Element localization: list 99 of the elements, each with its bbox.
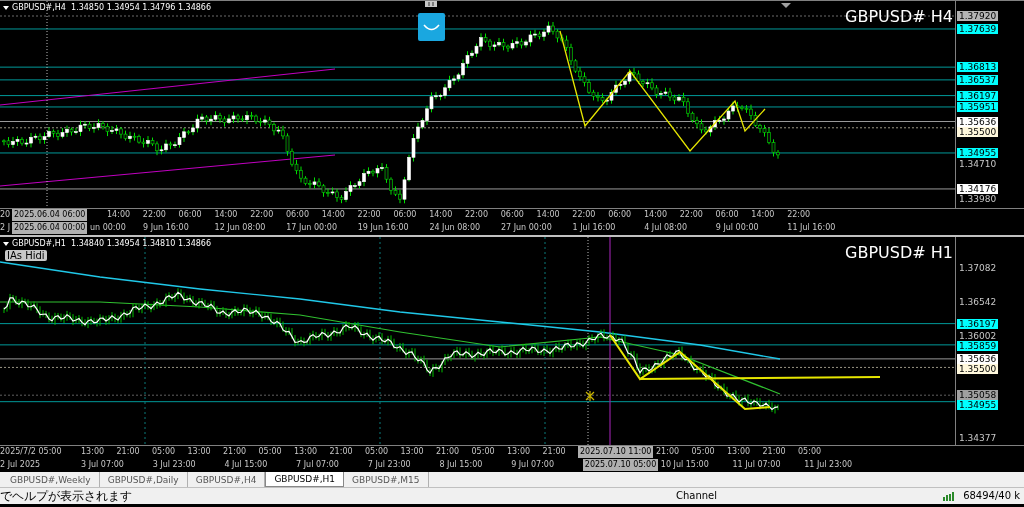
status-traffic-text: 68494/40 k — [963, 490, 1021, 502]
price-label: 1.36002 — [958, 330, 998, 341]
time-label: 13:00 — [727, 447, 751, 456]
time-label: 14:00 — [751, 210, 775, 219]
cursor-time-label: 2025.06.04 06:00 — [12, 209, 88, 221]
time-label: 11 Jul 23:00 — [804, 460, 853, 469]
time-label: 27 Jun 00:00 — [500, 223, 552, 232]
time-label: 14:00 — [214, 210, 238, 219]
price-label: 1.36542 — [958, 296, 998, 307]
status-channel-text: Channel — [676, 490, 718, 502]
time-label: 05:00 — [691, 447, 715, 456]
time-label: 13:00 — [187, 447, 211, 456]
time-label: 1 Jul 16:00 — [572, 223, 616, 232]
time-label: 14:00 — [643, 210, 667, 219]
time-label: 9 Jul 00:00 — [715, 223, 759, 232]
time-label: 06:00 — [286, 210, 310, 219]
time-label: 06:00 — [178, 210, 202, 219]
time-label: 13:00 — [81, 447, 105, 456]
price-label: 1.35636 — [957, 353, 999, 364]
time-label: 21:00 — [762, 447, 786, 456]
price-label: 1.36197 — [957, 318, 999, 329]
price-label: 1.34955 — [957, 147, 999, 158]
cursor-time-label: 2025.06.04 00:00 — [12, 222, 88, 234]
time-label: 3 Jul 23:00 — [152, 460, 196, 469]
time-label: 05:00 — [471, 447, 495, 456]
symbol-label: GBPUSD# H4 — [845, 7, 953, 26]
price-label: 1.34955 — [957, 400, 999, 411]
time-label: 13:00 — [294, 447, 318, 456]
price-label: 1.37639 — [957, 23, 999, 34]
time-label: 06:00 — [500, 210, 524, 219]
time-label: 22:00 — [142, 210, 166, 219]
price-label: 1.36537 — [957, 74, 999, 85]
price-label: 1.35859 — [957, 340, 999, 351]
time-label: 21:00 — [223, 447, 247, 456]
time-label: 14:00 — [429, 210, 453, 219]
time-label: 05:00 — [798, 447, 822, 456]
time-label: 22:00 — [464, 210, 489, 219]
time-label: 22:00 — [250, 210, 274, 219]
price-label: 1.35951 — [957, 101, 999, 112]
time-label: 20 — [0, 210, 11, 219]
time-label: 19 Jun 16:00 — [357, 223, 409, 232]
price-label: 1.34176 — [957, 183, 999, 194]
price-label: 1.36813 — [957, 62, 999, 73]
price-label: 1.35058 — [957, 390, 999, 401]
time-label: 21:00 — [656, 447, 680, 456]
time-label: 14:00 — [536, 210, 560, 219]
time-label: 4 Jul 08:00 — [644, 223, 688, 232]
time-label: 22:00 — [572, 210, 596, 219]
time-label: 21:00 — [116, 447, 140, 456]
time-label: 9 Jun 16:00 — [143, 223, 189, 232]
status-help-text: でヘルプが表示されます — [0, 489, 133, 503]
chart-header: GBPUSD#,H1 1.34840 1.34954 1.34810 1.34866 — [3, 239, 211, 248]
time-label: 21:00 — [329, 447, 353, 456]
time-label: 8 Jul 15:00 — [439, 460, 483, 469]
time-label: 24 Jun 08:00 — [429, 223, 481, 232]
time-label: 17 Jun 00:00 — [286, 223, 337, 232]
time-label: 05:00 — [152, 447, 176, 456]
time-label: 14:00 — [321, 210, 345, 219]
time-label: 2025/7/2 05:00 — [0, 447, 62, 456]
time-label: 22:00 — [357, 210, 381, 219]
time-label: 22:00 — [787, 210, 811, 219]
price-label: 1.35500 — [957, 126, 999, 137]
time-label: 05:00 — [258, 447, 282, 456]
time-label: 11 Jul 16:00 — [787, 223, 836, 232]
price-label: 1.35636 — [957, 116, 999, 127]
cursor-time-label: 2025.07.10 05:00 — [582, 459, 659, 471]
time-label: 7 Jul 07:00 — [296, 460, 339, 469]
price-label: 1.37920 — [957, 11, 999, 21]
price-label: 1.34710 — [958, 159, 998, 170]
chart-tab[interactable]: GBPUSD#,H1 — [265, 472, 345, 487]
time-label: 12 Jun 08:00 — [214, 223, 266, 232]
time-label: 13:00 — [400, 447, 424, 456]
time-label: 06:00 — [715, 210, 739, 219]
time-label: un 00:00 — [90, 223, 126, 232]
time-label: 7 Jul 23:00 — [367, 460, 411, 469]
price-label: 1.36197 — [957, 90, 999, 101]
price-label: 1.35500 — [957, 363, 999, 374]
time-label: 3 Jul 07:00 — [81, 460, 124, 469]
time-label: 10 Jul 15:00 — [660, 460, 709, 469]
time-label: 05:00 — [365, 447, 389, 456]
time-label: 4 Jul 15:00 — [224, 460, 268, 469]
time-label: 06:00 — [393, 210, 417, 219]
symbol-label: GBPUSD# H1 — [845, 243, 953, 262]
price-label: 1.33980 — [958, 193, 998, 204]
time-label: 13:00 — [507, 447, 531, 456]
cursor-time-label: 2025.07.10 11:00 — [578, 446, 654, 458]
price-label: 1.34377 — [958, 433, 998, 443]
time-label: 06:00 — [608, 210, 632, 219]
indicator-badge[interactable]: IAs Hidi — [5, 250, 47, 261]
time-label: 21:00 — [436, 447, 460, 456]
time-label: 11 Jul 07:00 — [732, 460, 781, 469]
time-label: 2 J — [0, 223, 10, 232]
time-label: 2 Jul 2025 — [0, 460, 41, 469]
chart-header: GBPUSD#,H4 1.34850 1.34954 1.34796 1.34866 — [3, 3, 211, 12]
price-label: 1.37082 — [958, 263, 998, 273]
time-label: 14:00 — [107, 210, 131, 219]
time-label: 22:00 — [679, 210, 703, 219]
time-label: 9 Jul 07:00 — [511, 460, 554, 469]
time-label: 21:00 — [542, 447, 566, 456]
